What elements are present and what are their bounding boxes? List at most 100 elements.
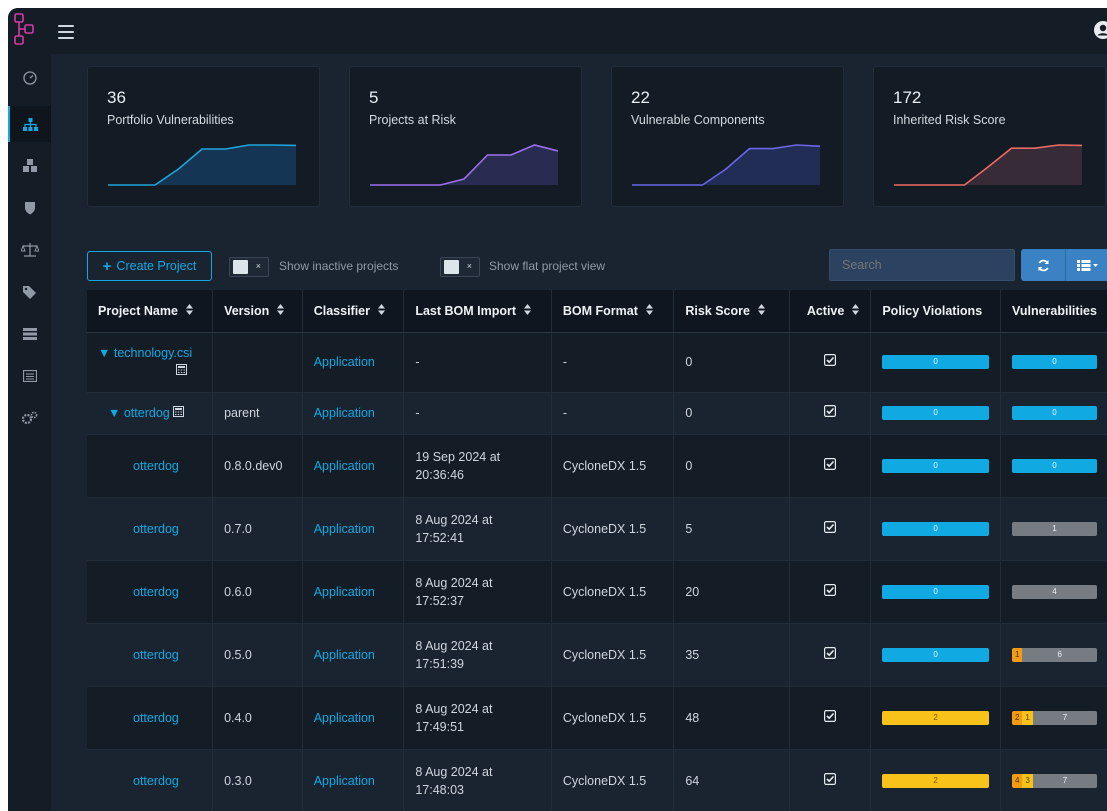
import-time: 17:49:51 bbox=[415, 719, 464, 734]
severity-bar[interactable]: 0 bbox=[1011, 355, 1097, 369]
expand-icon[interactable]: ▼ bbox=[98, 346, 110, 360]
sidebar-item-vulnerabilities[interactable] bbox=[8, 190, 51, 226]
last-bom-import-cell: 8 Aug 2024 at 17:48:03 bbox=[403, 749, 552, 811]
severity-bar[interactable]: 437 bbox=[1011, 773, 1097, 788]
column-header-label: Project Name bbox=[98, 303, 178, 318]
risk-score-cell: 48 bbox=[673, 686, 790, 750]
column-header[interactable]: Version bbox=[212, 290, 303, 333]
table-header: Project Name Version Classifier Last BOM Im… bbox=[87, 290, 1107, 333]
classifier-cell: Application bbox=[302, 686, 405, 750]
sidebar-item-policy[interactable] bbox=[8, 316, 51, 352]
sidebar-item-dashboard[interactable] bbox=[8, 60, 51, 96]
column-header-label: BOM Format bbox=[562, 303, 638, 318]
hamburger-icon[interactable] bbox=[58, 25, 74, 39]
severity-bar[interactable]: 4 bbox=[1011, 584, 1097, 599]
severity-bar[interactable]: 0 bbox=[882, 458, 989, 473]
column-header[interactable]: Classifier bbox=[302, 290, 405, 333]
show-inactive-toggle[interactable]: × bbox=[229, 257, 269, 277]
project-name-cell[interactable]: otterdog bbox=[87, 623, 214, 687]
calculator-icon bbox=[173, 406, 185, 417]
project-name-link[interactable]: technology.csi bbox=[114, 346, 192, 360]
severity-bar[interactable]: 1 bbox=[1011, 521, 1097, 536]
severity-bar[interactable]: 0 bbox=[882, 521, 989, 536]
sidebar-item-projects[interactable] bbox=[8, 106, 51, 142]
project-name-cell[interactable]: ▼ technology.csi bbox=[87, 332, 214, 393]
table-row[interactable]: otterdog 0.6.0 Application 8 Aug 2024 at 17:… bbox=[87, 560, 1107, 624]
user-avatar-icon[interactable] bbox=[1093, 20, 1107, 40]
severity-bar[interactable]: 2 bbox=[882, 773, 989, 788]
project-name-link[interactable]: otterdog bbox=[133, 648, 179, 662]
project-name-link[interactable]: otterdog bbox=[133, 459, 179, 473]
sidebar-item-audit[interactable] bbox=[8, 358, 51, 394]
other-count: 7 bbox=[1032, 773, 1097, 788]
search-input[interactable] bbox=[829, 249, 1015, 281]
vulnerabilities-cell: 4 bbox=[1000, 560, 1107, 624]
refresh-button[interactable] bbox=[1021, 249, 1065, 281]
bar-count: 0 bbox=[933, 460, 938, 470]
version-cell: parent bbox=[212, 392, 303, 435]
column-header[interactable]: Risk Score bbox=[673, 290, 790, 333]
table-row[interactable]: otterdog 0.3.0 Application 8 Aug 2024 at 17:… bbox=[87, 749, 1107, 811]
column-header-label: Classifier bbox=[313, 303, 370, 318]
severity-bar[interactable]: 217 bbox=[1011, 710, 1097, 725]
severity-bar[interactable]: 0 bbox=[1011, 406, 1097, 420]
sidebar-item-licenses[interactable] bbox=[8, 232, 51, 268]
column-header[interactable]: Project Name bbox=[87, 290, 214, 333]
checkbox-checked-icon bbox=[824, 457, 836, 470]
bom-format-cell: CycloneDX 1.5 bbox=[551, 560, 675, 624]
metric-card: 5 Projects at Risk bbox=[349, 66, 582, 207]
bar-count: 0 bbox=[933, 649, 938, 659]
project-name-cell[interactable]: otterdog bbox=[87, 434, 214, 498]
table-row[interactable]: otterdog 0.5.0 Application 8 Aug 2024 at 17:… bbox=[87, 623, 1107, 687]
expand-icon[interactable]: ▼ bbox=[108, 406, 120, 420]
columns-dropdown-button[interactable] bbox=[1065, 249, 1107, 281]
sidebar-item-components[interactable] bbox=[8, 148, 51, 184]
project-name-cell[interactable]: otterdog bbox=[87, 560, 214, 624]
project-name-link[interactable]: otterdog bbox=[133, 585, 179, 599]
high-count: 1 bbox=[1011, 647, 1023, 662]
toggle-x-icon: × bbox=[466, 261, 472, 271]
dependency-track-logo-icon[interactable] bbox=[13, 12, 35, 46]
severity-bar[interactable]: 0 bbox=[882, 406, 989, 420]
sidebar-item-tags[interactable] bbox=[8, 274, 51, 310]
project-name-cell[interactable]: ▼ otterdog bbox=[87, 392, 214, 435]
severity-bar[interactable]: 16 bbox=[1011, 647, 1097, 662]
column-header[interactable]: Vulnerabilities bbox=[1000, 290, 1107, 333]
create-project-button[interactable]: + Create Project bbox=[87, 251, 212, 281]
severity-bar[interactable]: 0 bbox=[1011, 458, 1097, 473]
column-header[interactable]: BOM Format bbox=[551, 290, 675, 333]
severity-bar[interactable]: 0 bbox=[882, 647, 989, 662]
metric-label: Projects at Risk bbox=[369, 113, 456, 127]
project-name-link[interactable]: otterdog bbox=[133, 711, 179, 725]
classifier-cell: Application bbox=[302, 434, 405, 498]
project-name-link[interactable]: otterdog bbox=[124, 406, 170, 420]
column-header[interactable]: Last BOM Import bbox=[403, 290, 552, 333]
bar-count: 0 bbox=[933, 408, 938, 417]
metric-value: 22 bbox=[631, 88, 650, 107]
severity-bar[interactable]: 0 bbox=[882, 584, 989, 599]
bar-count: 0 bbox=[933, 586, 938, 596]
bar-count: 2 bbox=[933, 712, 938, 722]
project-name-link[interactable]: otterdog bbox=[133, 522, 179, 536]
import-date: 8 Aug 2024 at bbox=[415, 638, 493, 653]
column-header[interactable]: Policy Violations bbox=[870, 290, 1001, 333]
project-name-cell[interactable]: otterdog bbox=[87, 686, 214, 750]
table-row[interactable]: otterdog 0.8.0.dev0 Application 19 Sep 2024… bbox=[87, 434, 1107, 498]
last-bom-import-cell: 8 Aug 2024 at 17:49:51 bbox=[403, 686, 552, 750]
table-row[interactable]: ▼ technology.csi Application - -0 0 0 bbox=[87, 332, 1107, 393]
toggle-x-icon: × bbox=[255, 261, 261, 271]
project-name-cell[interactable]: otterdog bbox=[87, 749, 214, 811]
column-header[interactable]: Active bbox=[789, 290, 872, 333]
project-name-link[interactable]: otterdog bbox=[133, 774, 179, 788]
severity-bar[interactable]: 0 bbox=[882, 355, 989, 369]
show-flat-toggle[interactable]: × bbox=[440, 257, 480, 277]
sort-icon bbox=[524, 303, 532, 318]
project-name-cell[interactable]: otterdog bbox=[87, 497, 214, 561]
sidebar-item-administration[interactable] bbox=[8, 400, 51, 436]
severity-bar[interactable]: 2 bbox=[882, 710, 989, 725]
high-count: 4 bbox=[1011, 773, 1023, 788]
table-row[interactable]: otterdog 0.4.0 Application 8 Aug 2024 at 17:… bbox=[87, 686, 1107, 750]
refresh-icon bbox=[1037, 259, 1049, 271]
table-row[interactable]: otterdog 0.7.0 Application 8 Aug 2024 at 17:… bbox=[87, 497, 1107, 561]
table-row[interactable]: ▼ otterdog parent Application - -0 0 0 bbox=[87, 392, 1107, 435]
